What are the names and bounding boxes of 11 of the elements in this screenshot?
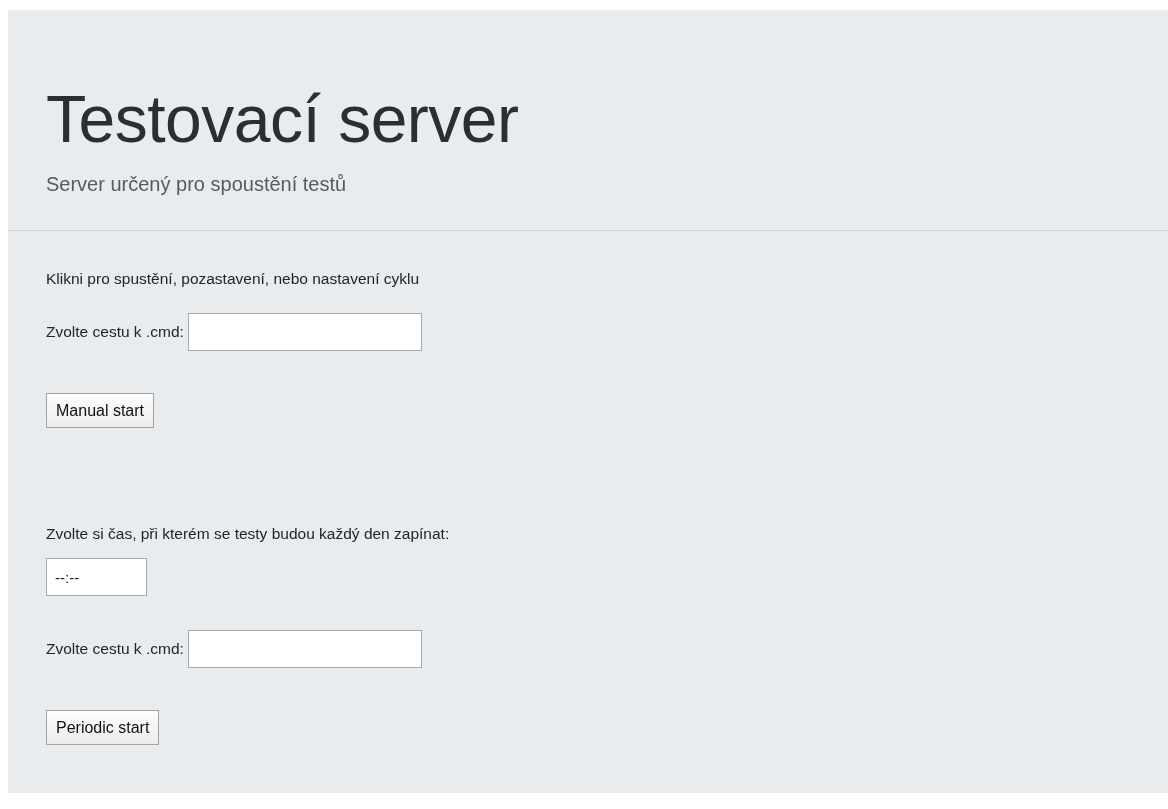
instruction-text: Zvolte si čas, při kterém se testy budou každý den zapínat:: [46, 524, 450, 544]
field-label: Zvolte cestu k .cmd:: [46, 323, 184, 341]
path-input-field[interactable]: [187, 313, 422, 351]
field-label: Zvolte cestu k .cmd:: [46, 640, 184, 658]
instruction-text: Klikni pro spustění, pozastavení, nebo nastavení cyklu: [46, 269, 420, 289]
time-input-field[interactable]: --:--: [46, 558, 147, 596]
page-title: Testovací server: [46, 81, 520, 158]
page-subtitle: Server určený pro spoustění testů: [46, 172, 348, 196]
start-button[interactable]: Manual start: [46, 393, 155, 428]
path-input-field[interactable]: [187, 630, 422, 668]
start-button[interactable]: Periodic start: [46, 710, 160, 745]
